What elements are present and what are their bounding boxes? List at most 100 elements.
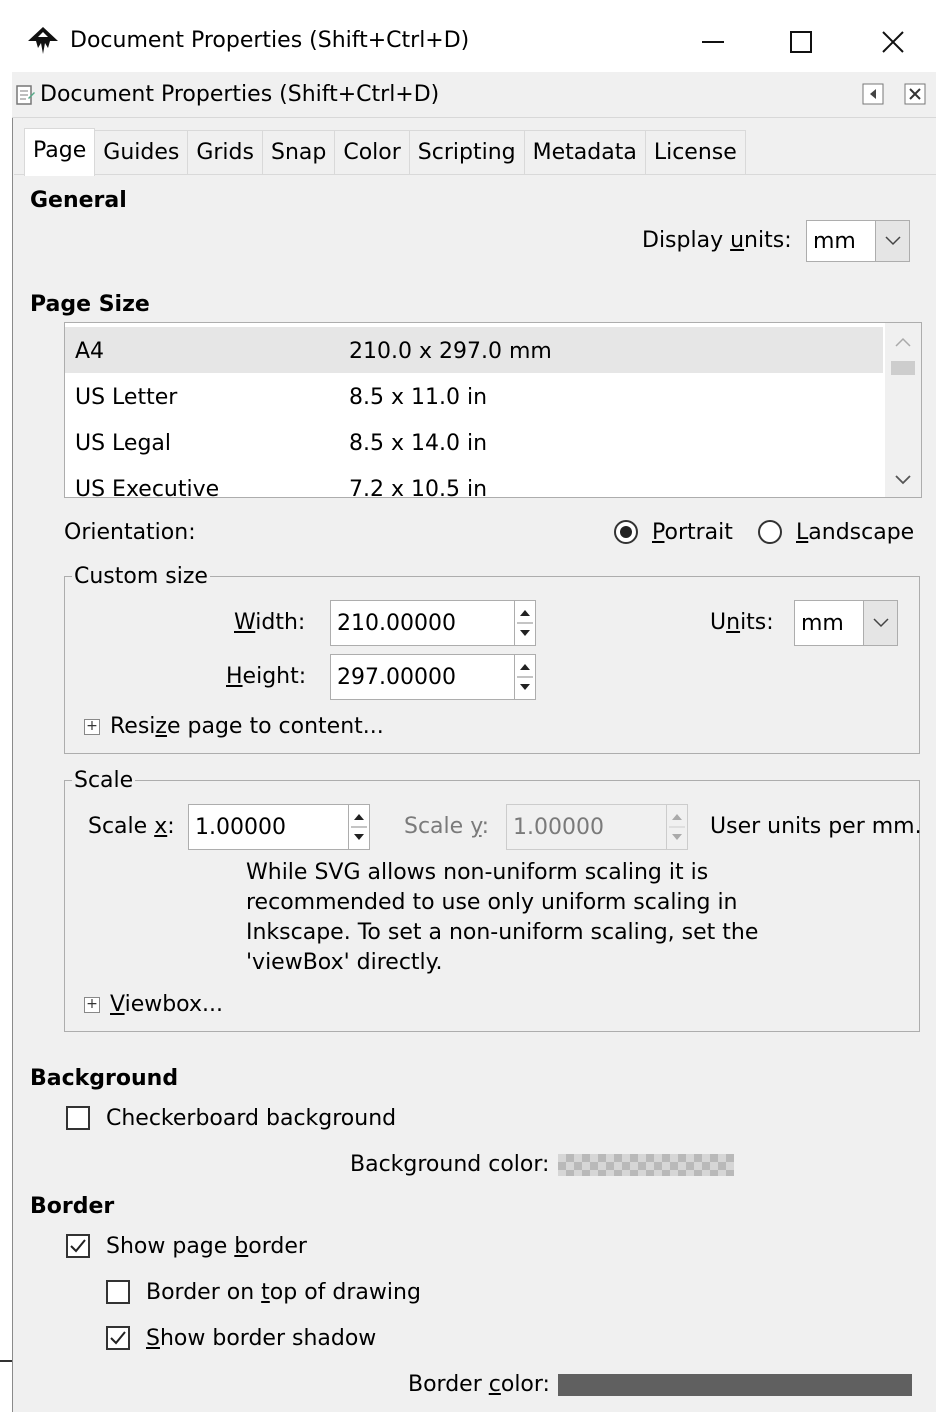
- panel-close-icon: [904, 83, 926, 105]
- page-size-row[interactable]: US Letter 8.5 x 11.0 in: [65, 373, 883, 419]
- expand-viewbox-icon[interactable]: +: [84, 997, 100, 1013]
- tab-page[interactable]: Page: [24, 128, 96, 176]
- show-border-shadow-checkbox[interactable]: [106, 1326, 130, 1350]
- page-size-dimensions: 7.2 x 10.5 in: [349, 477, 488, 498]
- scale-x-stepper[interactable]: [348, 804, 370, 850]
- show-page-border-checkbox[interactable]: [66, 1234, 90, 1258]
- show-border-shadow-label[interactable]: Show border shadow: [146, 1326, 376, 1351]
- background-color-label: Background color:: [350, 1152, 550, 1177]
- viewbox-expander[interactable]: Viewbox...: [110, 992, 223, 1017]
- custom-units-label: Units:: [710, 610, 774, 635]
- custom-units-select[interactable]: mm: [794, 600, 898, 646]
- page-size-name: US Letter: [75, 385, 178, 410]
- minimize-button[interactable]: [668, 12, 758, 72]
- spin-arrows-icon: [351, 814, 367, 840]
- page-size-name: A4: [75, 339, 105, 364]
- page-size-dimensions: 210.0 x 297.0 mm: [349, 339, 552, 364]
- tab-snap[interactable]: Snap: [261, 130, 336, 174]
- border-on-top-checkbox[interactable]: [106, 1280, 130, 1304]
- page-size-list[interactable]: A4 210.0 x 297.0 mm US Letter 8.5 x 11.0…: [64, 322, 922, 498]
- custom-units-value: mm: [801, 611, 844, 636]
- width-label: Width:: [234, 610, 306, 635]
- chevron-down-icon: [875, 221, 909, 261]
- orientation-label: Orientation:: [64, 520, 196, 545]
- expand-resize-icon[interactable]: +: [84, 719, 100, 735]
- tab-bar: Page Guides Grids Snap Color Scripting M…: [24, 128, 746, 176]
- landscape-radio[interactable]: [758, 520, 782, 544]
- scale-note-line: 'viewBox' directly.: [246, 950, 443, 975]
- scale-note-line: recommended to use only uniform scaling …: [246, 890, 738, 915]
- tab-metadata[interactable]: Metadata: [523, 130, 646, 174]
- scroll-down-icon[interactable]: [895, 475, 911, 485]
- scale-x-input[interactable]: 1.00000: [188, 804, 370, 850]
- portrait-radio[interactable]: [614, 520, 638, 544]
- scale-y-value: 1.00000: [513, 815, 604, 840]
- panel-collapse-icon: [862, 83, 884, 105]
- border-on-top-label[interactable]: Border on top of drawing: [146, 1280, 421, 1305]
- page-size-row[interactable]: US Executive 7.2 x 10.5 in: [65, 465, 883, 498]
- portrait-label[interactable]: Portrait: [652, 520, 733, 545]
- border-color-label: Border color:: [408, 1372, 550, 1397]
- tab-license[interactable]: License: [644, 130, 746, 174]
- page-size-name: US Executive: [75, 477, 220, 498]
- document-properties-icon: [14, 84, 36, 106]
- window-title: Document Properties (Shift+Ctrl+D): [70, 28, 470, 53]
- checkmark-icon: [70, 1239, 86, 1253]
- general-heading: General: [30, 188, 127, 213]
- custom-size-legend: Custom size: [72, 564, 210, 589]
- page-size-dimensions: 8.5 x 14.0 in: [349, 431, 488, 456]
- scale-legend: Scale: [72, 768, 136, 793]
- scroll-up-icon[interactable]: [895, 337, 911, 347]
- maximize-button[interactable]: [756, 12, 846, 72]
- checkerboard-checkbox[interactable]: [66, 1106, 90, 1130]
- user-units-text: User units per mm.: [710, 814, 922, 839]
- tab-color[interactable]: Color: [334, 130, 410, 174]
- resize-page-expander[interactable]: Resize page to content...: [110, 714, 384, 739]
- page-size-dimensions: 8.5 x 11.0 in: [349, 385, 488, 410]
- page-size-scrollbar[interactable]: [885, 323, 921, 497]
- tab-guides[interactable]: Guides: [94, 130, 189, 174]
- close-icon: [882, 31, 904, 53]
- tab-scripting[interactable]: Scripting: [408, 130, 525, 174]
- show-page-border-label[interactable]: Show page border: [106, 1234, 307, 1259]
- background-color-swatch[interactable]: [558, 1154, 734, 1176]
- checkerboard-label[interactable]: Checkerboard background: [106, 1106, 396, 1131]
- desktop-edge-line: [0, 1360, 12, 1362]
- spin-arrows-icon: [517, 664, 533, 690]
- scale-x-value: 1.00000: [195, 815, 286, 840]
- panel-close-button[interactable]: [904, 83, 926, 105]
- scrollbar-thumb[interactable]: [891, 361, 915, 375]
- height-stepper[interactable]: [514, 654, 536, 700]
- display-units-label: Display units:: [642, 228, 792, 253]
- scale-y-input: 1.00000: [506, 804, 688, 850]
- scale-note-line: Inkscape. To set a non-uniform scaling, …: [246, 920, 759, 945]
- width-value: 210.00000: [337, 611, 456, 636]
- page-size-row[interactable]: US Legal 8.5 x 14.0 in: [65, 419, 883, 465]
- display-units-select[interactable]: mm: [806, 220, 910, 262]
- background-heading: Background: [30, 1066, 179, 1091]
- inkscape-logo-icon: [26, 26, 60, 56]
- maximize-icon: [790, 31, 812, 53]
- chevron-down-icon: [863, 601, 897, 645]
- scale-y-stepper: [666, 804, 688, 850]
- checkmark-icon: [110, 1331, 126, 1345]
- border-heading: Border: [30, 1194, 115, 1219]
- page-size-row[interactable]: A4 210.0 x 297.0 mm: [65, 327, 883, 373]
- width-input[interactable]: 210.00000: [330, 600, 536, 646]
- page-size-name: US Legal: [75, 431, 172, 456]
- width-stepper[interactable]: [514, 600, 536, 646]
- height-label: Height:: [226, 664, 307, 689]
- page-size-heading: Page Size: [30, 292, 150, 317]
- panel-title: Document Properties (Shift+Ctrl+D): [40, 82, 440, 107]
- tab-grids[interactable]: Grids: [187, 130, 263, 174]
- spin-arrows-icon: [669, 814, 685, 840]
- scale-note-line: While SVG allows non-uniform scaling it …: [246, 860, 709, 885]
- panel-iconify-button[interactable]: [862, 83, 884, 105]
- border-color-swatch[interactable]: [558, 1374, 912, 1396]
- scale-y-label: Scale y:: [404, 814, 490, 839]
- height-input[interactable]: 297.00000: [330, 654, 536, 700]
- landscape-label[interactable]: Landscape: [796, 520, 914, 545]
- spin-arrows-icon: [517, 610, 533, 636]
- close-button[interactable]: [848, 12, 936, 72]
- height-value: 297.00000: [337, 665, 456, 690]
